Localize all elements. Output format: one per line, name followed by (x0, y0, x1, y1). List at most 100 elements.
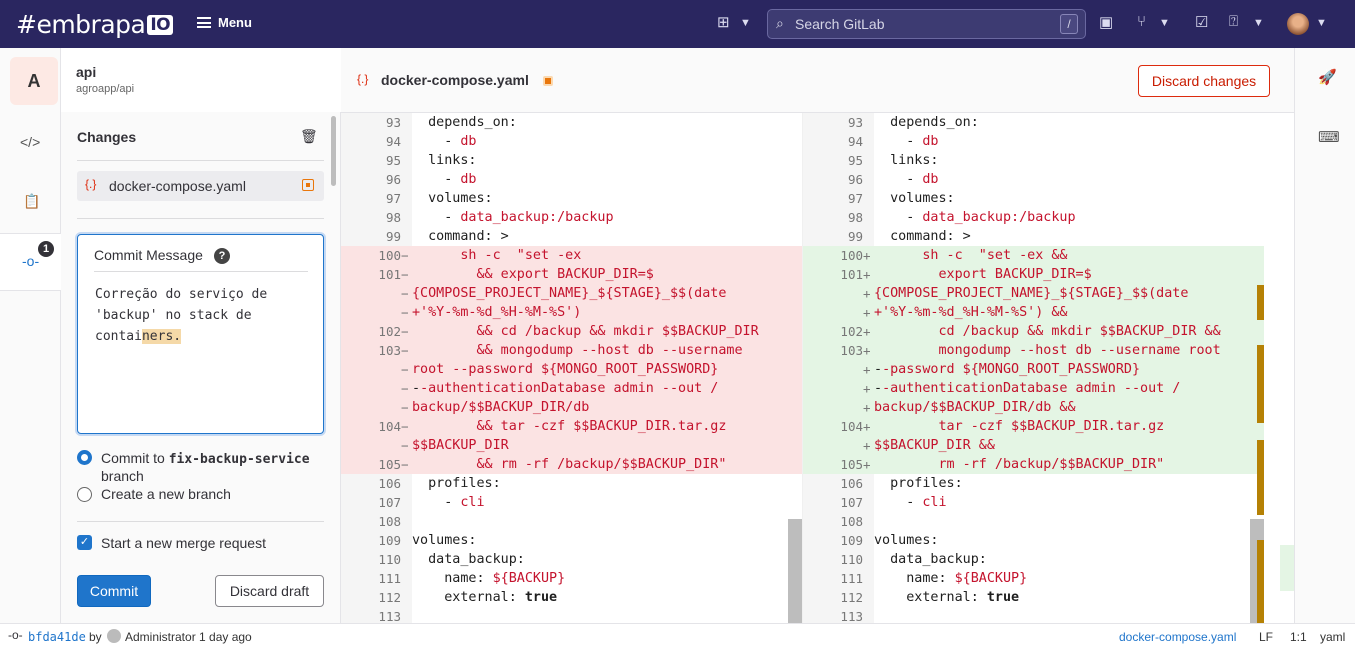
embrapa-logo[interactable]: #embrapa IO (16, 10, 174, 39)
removed-marker: − (401, 324, 409, 339)
create-new-branch-label[interactable]: Create a new branch (101, 486, 231, 502)
code-line[interactable]: depends_on: (412, 113, 517, 132)
line-number: 109 (378, 533, 401, 548)
code-line[interactable]: - db (412, 132, 476, 151)
code-line[interactable]: $$BACKUP_DIR && (874, 436, 995, 455)
code-line[interactable]: - db (874, 132, 938, 151)
line-number: 112 (840, 590, 863, 605)
code-line[interactable]: --password ${MONGO_ROOT_PASSWORD} (874, 360, 1140, 379)
commit-message-input[interactable]: Correção do serviço de 'backup' no stack… (95, 284, 310, 347)
code-line[interactable]: backup/$$BACKUP_DIR/db (412, 398, 589, 417)
line-number: 111 (378, 571, 401, 586)
review-icon[interactable]: 📋 (23, 193, 40, 210)
code-line[interactable]: tar -czf $$BACKUP_DIR.tar.gz (874, 417, 1164, 436)
project-name[interactable]: api (76, 64, 96, 80)
code-icon[interactable]: </> (20, 134, 40, 150)
chevron-down-icon[interactable]: ▼ (740, 17, 751, 29)
code-line[interactable]: - cli (874, 493, 946, 512)
code-line[interactable]: external: true (412, 588, 557, 607)
code-line[interactable]: command: > (412, 227, 509, 246)
code-line[interactable]: backup/$$BACKUP_DIR/db && (874, 398, 1076, 417)
pipeline-rocket-icon[interactable]: 🚀 (1318, 68, 1337, 86)
commit-to-current-branch-radio[interactable] (77, 450, 92, 465)
code-line[interactable]: - cli (412, 493, 484, 512)
code-line[interactable]: {COMPOSE_PROJECT_NAME}_${STAGE}_$$(date (874, 284, 1188, 303)
code-line[interactable]: {COMPOSE_PROJECT_NAME}_${STAGE}_$$(date (412, 284, 726, 303)
commit-message-box[interactable]: Commit Message ? Correção do serviço de … (77, 234, 324, 434)
code-line[interactable]: cd /backup && mkdir $$BACKUP_DIR && (874, 322, 1220, 341)
menu-button[interactable]: Menu (197, 15, 252, 30)
code-line[interactable]: data_backup: (874, 550, 987, 569)
discard-draft-button[interactable]: Discard draft (215, 575, 324, 607)
code-line[interactable]: sh -c "set -ex (412, 246, 581, 265)
code-line[interactable]: $$BACKUP_DIR (412, 436, 509, 455)
diff-original-pane[interactable]: 93 depends_on: 94 - db 95 links: 96 - db 97 … (341, 113, 802, 623)
commit-icon[interactable]: -o- (22, 253, 39, 269)
start-merge-request-checkbox[interactable]: ✓ (77, 535, 92, 550)
code-line[interactable]: --authenticationDatabase admin --out / (412, 379, 718, 398)
changed-file-item[interactable]: {.} docker-compose.yaml (77, 171, 324, 201)
code-line[interactable]: - db (874, 170, 938, 189)
chevron-down-icon[interactable]: ▼ (1316, 17, 1327, 29)
code-line[interactable]: - db (412, 170, 476, 189)
code-line[interactable]: root --password ${MONGO_ROOT_PASSWORD} (412, 360, 718, 379)
code-line[interactable]: && mongodump --host db --username (412, 341, 742, 360)
commit-to-current-branch-label[interactable]: Commit to fix-backup-service branch (101, 450, 310, 484)
search-placeholder: Search GitLab (795, 16, 885, 32)
code-line[interactable]: mongodump --host db --username root (874, 341, 1220, 360)
discard-changes-button[interactable]: Discard changes (1138, 65, 1270, 97)
terminal-icon[interactable]: ⌨ (1318, 128, 1340, 146)
diff-modified-pane[interactable]: 93 depends_on: 94 - db 95 links: 96 - db 97 … (803, 113, 1264, 623)
code-line[interactable]: rm -rf /backup/$$BACKUP_DIR" (874, 455, 1164, 474)
create-new-icon[interactable]: ⊞ (717, 13, 730, 31)
user-avatar[interactable] (1287, 13, 1309, 35)
code-line[interactable]: && tar -czf $$BACKUP_DIR.tar.gz (412, 417, 726, 436)
code-line[interactable]: name: ${BACKUP} (412, 569, 565, 588)
code-line[interactable]: links: (874, 151, 938, 170)
code-line[interactable]: - data_backup:/backup (412, 208, 613, 227)
create-new-branch-radio[interactable] (77, 487, 92, 502)
yaml-file-icon: {.} (85, 177, 97, 191)
code-line[interactable]: depends_on: (874, 113, 979, 132)
code-line[interactable]: volumes: (874, 189, 955, 208)
line-number: 113 (840, 609, 863, 623)
panel-scrollbar[interactable] (331, 116, 336, 186)
code-line[interactable]: name: ${BACKUP} (874, 569, 1027, 588)
discard-all-trash-icon[interactable]: 🗑 (300, 128, 318, 145)
help-icon[interactable]: ⍰ (1229, 13, 1238, 30)
code-line[interactable]: --authenticationDatabase admin --out / (874, 379, 1180, 398)
chevron-down-icon[interactable]: ▼ (1253, 17, 1264, 29)
issues-icon[interactable]: ▣ (1099, 13, 1113, 31)
original-scrollbar[interactable] (788, 519, 802, 623)
project-avatar[interactable]: A (10, 57, 58, 105)
start-merge-request-label[interactable]: Start a new merge request (101, 535, 266, 551)
code-line[interactable]: volumes: (412, 531, 477, 550)
code-line[interactable]: volumes: (412, 189, 493, 208)
code-line[interactable]: data_backup: (412, 550, 525, 569)
code-line[interactable]: profiles: (412, 474, 501, 493)
help-icon[interactable]: ? (214, 248, 230, 264)
line-number: 99 (385, 229, 401, 244)
code-line[interactable]: - data_backup:/backup (874, 208, 1075, 227)
status-file-link[interactable]: docker-compose.yaml (1119, 630, 1236, 644)
commit-button[interactable]: Commit (77, 575, 151, 607)
code-line[interactable]: external: true (874, 588, 1019, 607)
code-line[interactable]: volumes: (874, 531, 939, 550)
code-line[interactable]: && rm -rf /backup/$$BACKUP_DIR" (412, 455, 726, 474)
added-marker: + (863, 419, 871, 434)
code-line[interactable]: +'%Y-%m-%d_%H-%M-%S') && (874, 303, 1067, 322)
todo-icon[interactable]: ☑ (1195, 13, 1208, 31)
code-line[interactable]: profiles: (874, 474, 963, 493)
code-line[interactable]: +'%Y-%m-%d_%H-%M-%S') (412, 303, 581, 322)
code-line[interactable]: export BACKUP_DIR=$ (874, 265, 1091, 284)
code-line[interactable]: && cd /backup && mkdir $$BACKUP_DIR (412, 322, 758, 341)
code-line[interactable]: links: (412, 151, 476, 170)
code-line[interactable]: command: > (874, 227, 971, 246)
commit-sha-link[interactable]: bfda41de (28, 630, 86, 644)
code-line[interactable]: sh -c "set -ex && (874, 246, 1067, 265)
code-line[interactable]: && export BACKUP_DIR=$ (412, 265, 653, 284)
merge-requests-icon[interactable]: ⑂ (1137, 13, 1146, 30)
chevron-down-icon[interactable]: ▼ (1159, 17, 1170, 29)
line-number: 103 (840, 343, 863, 358)
search-input[interactable]: ⌕ Search GitLab / (767, 9, 1086, 39)
